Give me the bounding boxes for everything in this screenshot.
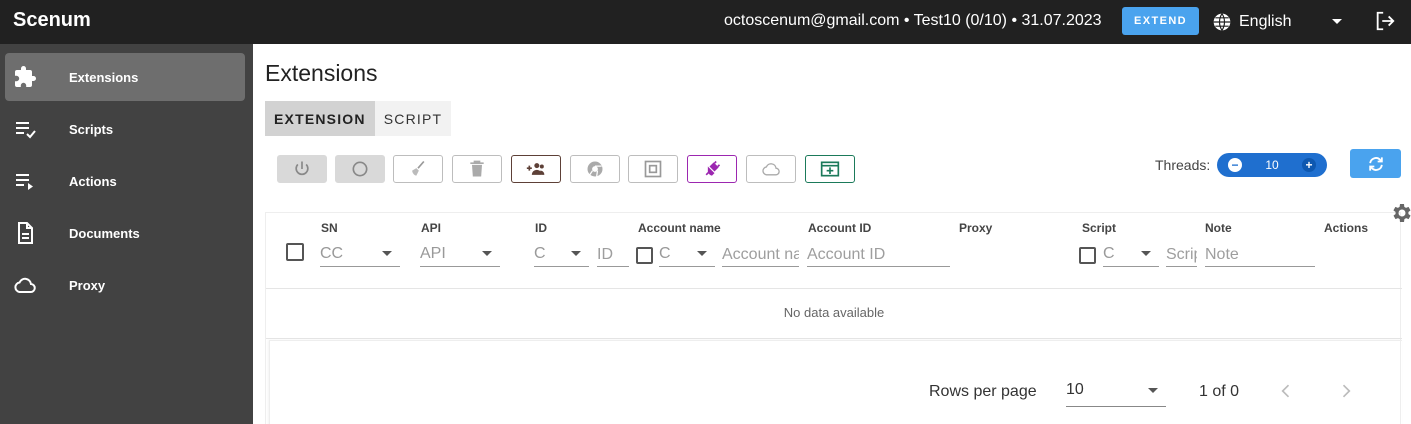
select-value: C	[659, 245, 671, 262]
playlist-check-icon	[16, 122, 36, 139]
table-footer: Rows per page 10 1 of 0	[269, 340, 1402, 424]
column-header-note: Note	[1205, 221, 1232, 235]
chevron-down-icon	[482, 251, 492, 256]
select-value: C	[1103, 245, 1115, 262]
power-icon	[295, 161, 309, 176]
chevron-down-icon	[697, 251, 707, 256]
refresh-button[interactable]	[1350, 149, 1401, 178]
plug-icon	[705, 160, 721, 176]
main-content: Extensions EXTENSION SCRIPT Threads: − 1…	[253, 44, 1411, 424]
stop-button[interactable]	[335, 155, 385, 183]
table-header-row: SN CC API API ID C Account name C Accoun…	[266, 213, 1402, 289]
note-filter-input[interactable]	[1205, 243, 1315, 267]
script-filter-select[interactable]: C	[1103, 243, 1159, 267]
logout-icon[interactable]	[1374, 10, 1396, 32]
script-checkbox[interactable]	[1079, 247, 1096, 264]
tab-bar: EXTENSION SCRIPT	[265, 101, 452, 136]
puzzle-icon	[15, 66, 36, 87]
chevron-down-icon	[1141, 251, 1151, 256]
language-label: English	[1239, 13, 1292, 30]
plus-icon[interactable]: +	[1302, 158, 1316, 172]
chevron-down-icon	[382, 251, 392, 256]
chevron-right-icon[interactable]	[1336, 381, 1356, 401]
globe-icon	[1213, 13, 1231, 31]
tab-extension[interactable]: EXTENSION	[265, 101, 375, 136]
column-header-id: ID	[535, 221, 547, 235]
column-header-sn: SN	[321, 221, 338, 235]
column-header-account-id: Account ID	[808, 221, 872, 235]
app-title: Scenum	[13, 9, 91, 31]
cloud-icon	[762, 163, 780, 176]
column-header-api: API	[421, 221, 442, 235]
chevron-down-icon	[1148, 388, 1158, 393]
api-filter-select[interactable]: API	[420, 243, 500, 267]
column-header-actions: Actions	[1324, 221, 1369, 235]
select-all-button[interactable]	[628, 155, 678, 183]
select-value: CC	[320, 245, 344, 262]
broom-icon	[412, 160, 425, 176]
chevron-down-icon	[1332, 19, 1342, 24]
sidebar-item-label: Documents	[69, 225, 140, 241]
new-tab-button[interactable]	[805, 155, 855, 183]
chevron-down-icon	[571, 251, 581, 256]
chevron-left-icon[interactable]	[1276, 381, 1296, 401]
add-tab-icon	[820, 161, 840, 177]
refresh-icon	[1368, 156, 1383, 171]
tab-script[interactable]: SCRIPT	[374, 101, 452, 136]
playlist-play-icon	[16, 174, 33, 190]
sidebar-item-proxy[interactable]: Proxy	[5, 261, 245, 309]
clear-button[interactable]	[393, 155, 443, 183]
account-name-filter-select[interactable]: C	[659, 243, 715, 267]
threads-label: Threads:	[1155, 157, 1211, 173]
sidebar-item-label: Proxy	[69, 277, 106, 293]
page-title: Extensions	[265, 60, 378, 86]
select-value: API	[420, 245, 446, 262]
script-filter-input[interactable]	[1166, 243, 1197, 267]
account-info: octoscenum@gmail.com • Test10 (0/10) • 3…	[724, 12, 1102, 29]
column-header-proxy: Proxy	[959, 221, 993, 235]
rows-per-page-select[interactable]: 10	[1066, 377, 1166, 407]
id-filter-select[interactable]: C	[534, 243, 589, 267]
sidebar-item-scripts[interactable]: Scripts	[5, 105, 245, 153]
cloud-icon	[14, 277, 36, 293]
page-info: 1 of 0	[1199, 383, 1240, 400]
account-name-filter-input[interactable]	[722, 243, 799, 267]
add-accounts-button[interactable]	[511, 155, 561, 183]
document-icon	[18, 222, 33, 244]
gear-icon[interactable]	[1389, 201, 1411, 225]
sidebar-item-label: Extensions	[69, 69, 139, 85]
power-button[interactable]	[277, 155, 327, 183]
sn-filter-select[interactable]: CC	[320, 243, 400, 267]
sidebar-item-label: Actions	[69, 173, 117, 189]
select-value: C	[534, 245, 546, 262]
connect-button[interactable]	[687, 155, 737, 183]
rows-per-page-label: Rows per page	[929, 383, 1037, 400]
top-bar: Scenum octoscenum@gmail.com • Test10 (0/…	[0, 0, 1411, 44]
account-name-checkbox[interactable]	[636, 247, 653, 264]
select-box-icon	[644, 160, 662, 178]
column-header-script: Script	[1082, 221, 1117, 235]
sidebar: Extensions Scripts Actions Documents Pro…	[0, 44, 253, 424]
sidebar-item-actions[interactable]: Actions	[5, 157, 245, 205]
account-id-filter-input[interactable]	[807, 243, 950, 267]
extensions-table: SN CC API API ID C Account name C Accoun…	[265, 212, 1402, 424]
select-all-checkbox[interactable]	[286, 243, 304, 261]
empty-state-text: No data available	[783, 305, 885, 320]
id-filter-input[interactable]	[597, 243, 629, 267]
browser-button[interactable]	[570, 155, 620, 183]
add-users-icon	[526, 163, 545, 175]
sidebar-item-extensions[interactable]: Extensions	[5, 53, 245, 101]
extend-button[interactable]: EXTEND	[1122, 7, 1199, 35]
cloud-button[interactable]	[746, 155, 796, 183]
column-header-account-name: Account name	[638, 221, 721, 235]
sidebar-item-documents[interactable]: Documents	[5, 209, 245, 257]
language-select[interactable]: English	[1212, 9, 1346, 35]
sidebar-item-label: Scripts	[69, 121, 114, 137]
circle-icon	[352, 161, 368, 177]
rows-per-page-value: 10	[1066, 381, 1084, 398]
delete-button[interactable]	[452, 155, 502, 183]
threads-stepper: − 10 +	[1217, 153, 1327, 177]
trash-icon	[470, 160, 484, 177]
chrome-icon	[587, 161, 603, 177]
